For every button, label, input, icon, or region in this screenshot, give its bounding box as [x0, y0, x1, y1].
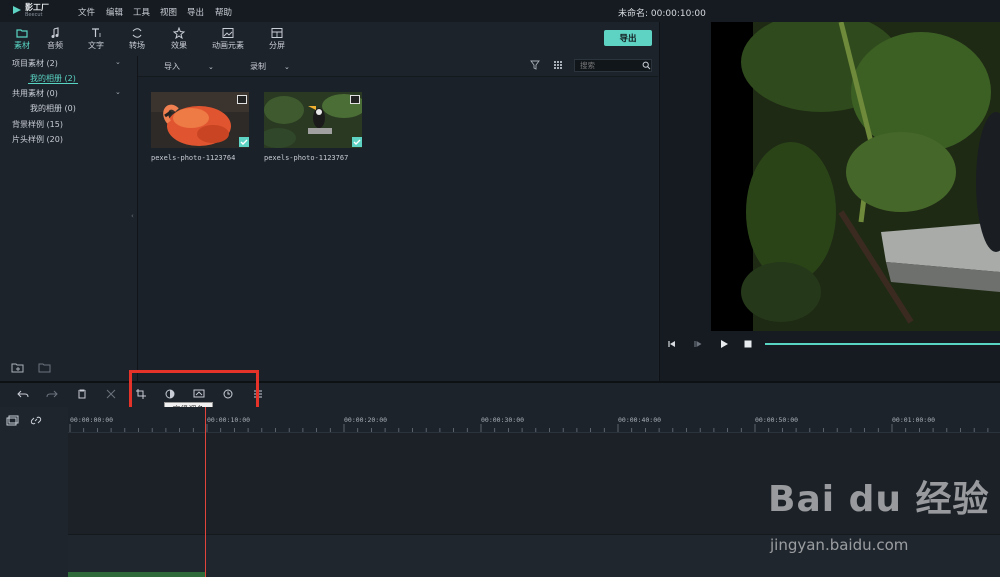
effects-icon [172, 27, 186, 39]
selected-underline [28, 83, 78, 84]
tab-audio-label: 音频 [47, 41, 63, 50]
ruler-tick-label: 00:00:30:00 [481, 416, 525, 424]
search-icon[interactable] [642, 61, 651, 70]
tab-effects-label: 效果 [171, 41, 187, 50]
chevron-down-icon: ⌄ [208, 63, 214, 71]
tab-transition-label: 转场 [129, 41, 145, 50]
ruler-tick-label: 00:00:50:00 [755, 416, 799, 424]
menu-export[interactable]: 导出 [187, 6, 204, 18]
playhead[interactable] [205, 407, 206, 577]
chevron-down-icon[interactable]: ⌄ [115, 58, 121, 66]
search-input[interactable] [574, 59, 652, 72]
cut-icon[interactable] [105, 389, 117, 399]
tree-item-shared-album[interactable]: 我的相册 (0) [30, 103, 76, 114]
music-note-icon [51, 27, 59, 38]
play-icon[interactable] [719, 339, 729, 349]
image-type-icon [350, 95, 360, 104]
import-dropdown[interactable]: 导入 ⌄ [164, 61, 214, 72]
folder-icon [16, 29, 28, 38]
remove-folder-icon[interactable] [38, 361, 52, 373]
menu-edit[interactable]: 编辑 [106, 6, 123, 18]
undo-icon[interactable] [17, 389, 29, 399]
menu-view[interactable]: 视图 [160, 6, 177, 18]
app-logo-icon [13, 6, 21, 14]
chevron-down-icon: ⌄ [284, 63, 290, 71]
filter-icon[interactable] [530, 60, 540, 70]
tree-item-project-media[interactable]: 项目素材 (2) [12, 58, 58, 69]
project-title: 未命名: 00:00:10:00 [618, 9, 706, 19]
record-dropdown[interactable]: 录制 ⌄ [250, 61, 290, 72]
text-icon [92, 28, 101, 37]
tab-animation[interactable]: 动画元素 [206, 22, 250, 55]
add-folder-icon[interactable] [11, 361, 25, 373]
checkmark-icon[interactable] [352, 137, 362, 147]
image-icon [222, 28, 234, 38]
checkmark-icon[interactable] [239, 137, 249, 147]
previous-frame-icon[interactable] [667, 339, 677, 349]
menu-tools[interactable]: 工具 [133, 6, 150, 18]
tree-item-intro-samples[interactable]: 片头样例 (20) [12, 134, 63, 145]
media-thumbnail[interactable] [264, 92, 362, 148]
tab-split-screen-label: 分屏 [269, 41, 285, 50]
next-frame-icon[interactable] [693, 339, 703, 349]
track-header-column [0, 407, 69, 577]
tab-split-screen[interactable]: 分屏 [255, 22, 299, 55]
image-type-icon [237, 95, 247, 104]
ruler-tick-label: 00:00:00:00 [70, 416, 114, 424]
split-screen-icon [271, 28, 283, 38]
ruler-tick-label: 00:00:10:00 [207, 416, 251, 424]
media-thumbnail[interactable] [151, 92, 249, 148]
timeline-clip[interactable] [68, 572, 205, 577]
media-file-name: pexels-photo-1123767 [264, 154, 349, 162]
link-icon[interactable] [30, 415, 42, 426]
delete-icon[interactable] [76, 389, 88, 399]
import-label: 导入 [164, 62, 180, 71]
preview-progress-track[interactable] [765, 343, 1000, 345]
tab-text-label: 文字 [88, 41, 104, 50]
menu-file[interactable]: 文件 [78, 6, 95, 18]
tab-audio[interactable]: 音频 [33, 22, 77, 55]
stop-icon[interactable] [743, 339, 753, 349]
toucan-photo [264, 92, 362, 148]
tab-effects[interactable]: 效果 [157, 22, 201, 55]
preview-canvas [711, 22, 1000, 331]
tree-item-background-samples[interactable]: 背景样例 (15) [12, 119, 63, 130]
app-logo-text: 影工厂 [25, 3, 49, 12]
ruler-ticks [69, 424, 989, 432]
media-file-name: pexels-photo-1123764 [151, 154, 236, 162]
collapse-panel-icon[interactable]: ‹ [131, 212, 134, 220]
grid-view-icon[interactable] [553, 60, 563, 70]
record-label: 录制 [250, 62, 266, 71]
app-logo-subtext: Beecut [25, 12, 43, 18]
tab-text[interactable]: 文字 [74, 22, 118, 55]
ruler-tick-label: 00:00:40:00 [618, 416, 662, 424]
watermark-text: Bai du 经验 [768, 479, 990, 520]
tab-transition[interactable]: 转场 [115, 22, 159, 55]
chevron-down-icon[interactable]: ⌄ [115, 88, 121, 96]
tree-item-shared-media[interactable]: 共用素材 (0) [12, 88, 58, 99]
add-track-icon[interactable] [6, 415, 19, 426]
redo-icon[interactable] [46, 389, 58, 399]
flamingo-photo [151, 92, 249, 148]
ruler-tick-label: 00:00:20:00 [344, 416, 388, 424]
preview-image [711, 22, 1000, 331]
tab-animation-label: 动画元素 [212, 41, 244, 50]
export-button[interactable]: 导出 [604, 30, 652, 46]
ruler-tick-label: 00:01:00:00 [892, 416, 936, 424]
watermark-url: jingyan.baidu.com [770, 536, 909, 554]
menu-help[interactable]: 帮助 [215, 6, 232, 18]
transition-icon [132, 28, 142, 38]
